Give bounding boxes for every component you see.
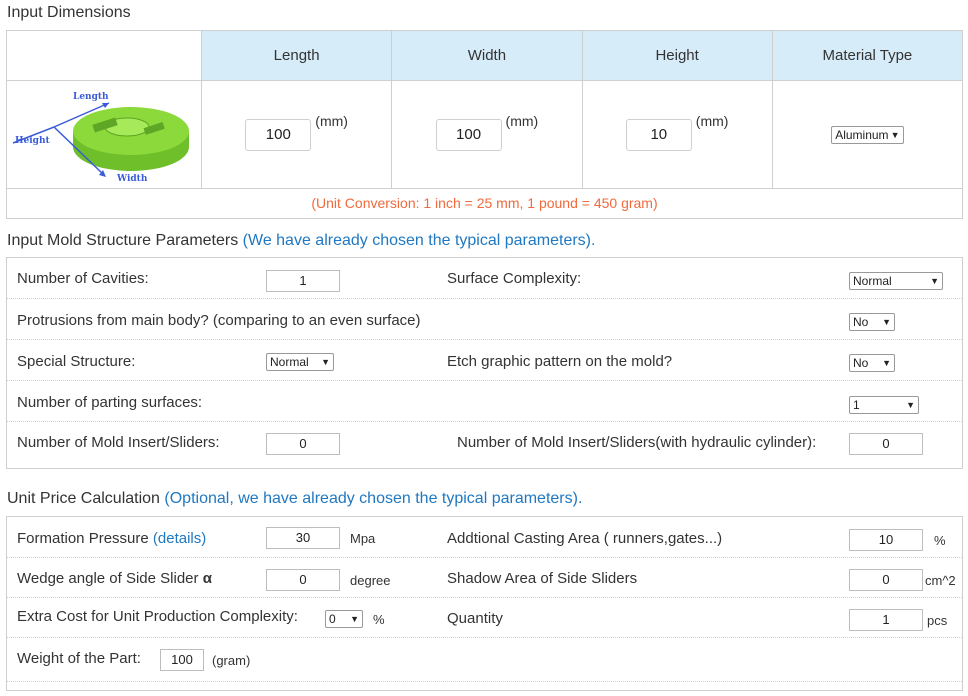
details-link[interactable]: (details) — [153, 530, 206, 547]
price-note: (Optional, we have already chosen the ty… — [164, 490, 583, 507]
parting-surfaces-select[interactable]: 1 ▼ — [849, 396, 919, 414]
casting-area-input[interactable]: 10 — [849, 529, 923, 551]
quantity-unit: pcs — [927, 613, 948, 628]
price-title: Unit Price Calculation — [7, 490, 160, 507]
protrusions-label: Protrusions from main body? (comparing t… — [17, 312, 421, 329]
width-cell: 100(mm) — [391, 80, 583, 189]
extra-cost-label: Extra Cost for Unit Production Complexit… — [17, 608, 298, 625]
unit-conversion-note: (Unit Conversion: 1 inch = 25 mm, 1 poun… — [6, 187, 963, 220]
length-axis-label: Length — [73, 92, 109, 102]
chevron-down-icon: ▼ — [882, 358, 891, 368]
special-structure-value: Normal — [270, 355, 309, 369]
mold-row-parting: Number of parting surfaces: 1 ▼ — [7, 381, 962, 422]
part-image-cell: Length Height Width — [6, 80, 202, 189]
wedge-angle-unit: degree — [350, 573, 391, 588]
quantity-label: Quantity — [447, 610, 503, 627]
cavities-label: Number of Cavities: — [17, 270, 149, 287]
height-unit: (mm) — [695, 112, 729, 129]
price-row-weight: Weight of the Part: 100 (gram) — [7, 638, 962, 682]
surface-complexity-value: Normal — [853, 274, 892, 288]
casting-area-unit: % — [934, 533, 946, 548]
etch-pattern-select[interactable]: No ▼ — [849, 354, 895, 372]
parting-surfaces-value: 1 — [853, 398, 860, 412]
dimensions-title: Input Dimensions — [7, 4, 131, 21]
width-unit: (mm) — [505, 112, 539, 129]
formation-pressure-text: Formation Pressure — [17, 530, 149, 547]
wedge-angle-label: Wedge angle of Side Slider α — [17, 570, 212, 587]
formation-pressure-input[interactable]: 30 — [266, 527, 340, 549]
special-structure-select[interactable]: Normal ▼ — [266, 353, 334, 371]
price-row-wedge: Wedge angle of Side Slider α 0 degree Sh… — [7, 558, 962, 598]
material-value: Aluminum — [835, 127, 889, 142]
price-panel: Formation Pressure (details) 30 Mpa Addt… — [6, 516, 963, 691]
chevron-down-icon: ▼ — [890, 129, 900, 140]
height-axis-label: Height — [15, 136, 50, 146]
special-structure-label: Special Structure: — [17, 353, 136, 370]
etch-pattern-value: No — [853, 356, 869, 370]
surface-complexity-select[interactable]: Normal ▼ — [849, 272, 943, 290]
chevron-down-icon: ▼ — [930, 276, 939, 286]
header-width: Width — [391, 29, 583, 82]
mold-row-cavities: Number of Cavities: 1 Surface Complexity… — [7, 258, 962, 299]
shadow-area-unit: cm^2 — [925, 573, 956, 588]
height-input[interactable]: 10 — [625, 118, 692, 151]
mold-title: Input Mold Structure Parameters — [7, 232, 239, 249]
mold-row-inserts: Number of Mold Insert/Sliders: 0 Number … — [7, 422, 962, 468]
extra-cost-unit: % — [373, 612, 385, 627]
price-row-extra: Extra Cost for Unit Production Complexit… — [7, 598, 962, 638]
mold-section-title: Input Mold Structure Parameters (We have… — [7, 232, 595, 250]
protrusions-value: No — [853, 315, 869, 329]
protrusions-select[interactable]: No ▼ — [849, 313, 895, 331]
cavities-input[interactable]: 1 — [266, 270, 340, 292]
wedge-angle-text: Wedge angle of Side Slider — [17, 570, 199, 587]
surface-complexity-label: Surface Complexity: — [447, 270, 582, 287]
length-cell: 100(mm) — [200, 80, 393, 189]
mold-insert-label: Number of Mold Insert/Sliders: — [17, 434, 220, 451]
shadow-area-input[interactable]: 0 — [849, 569, 923, 591]
dimensions-table: Length Width Height Material Type Length — [6, 29, 964, 220]
length-unit: (mm) — [315, 112, 348, 129]
chevron-down-icon: ▼ — [882, 317, 891, 327]
etch-pattern-label: Etch graphic pattern on the mold? — [447, 353, 673, 370]
quantity-input[interactable]: 1 — [849, 609, 923, 631]
material-cell: Aluminum ▼ — [771, 80, 964, 189]
part-weight-input[interactable]: 100 — [160, 649, 204, 671]
part-weight-label: Weight of the Part: — [17, 650, 141, 667]
mold-row-special: Special Structure: Normal ▼ Etch graphic … — [7, 340, 962, 381]
price-section-title: Unit Price Calculation (Optional, we hav… — [7, 490, 582, 508]
price-row-pressure: Formation Pressure (details) 30 Mpa Addt… — [7, 517, 962, 558]
mold-row-protrusions: Protrusions from main body? (comparing t… — [7, 299, 962, 340]
chevron-down-icon: ▼ — [350, 614, 359, 624]
width-input[interactable]: 100 — [435, 118, 502, 151]
header-material: Material Type — [771, 29, 964, 82]
dimensions-corner — [6, 29, 202, 82]
part-weight-unit: (gram) — [212, 653, 251, 668]
width-axis-label: Width — [116, 174, 148, 184]
length-input[interactable]: 100 — [245, 118, 312, 151]
header-length: Length — [200, 29, 393, 82]
height-cell: 10(mm) — [581, 80, 773, 189]
material-select[interactable]: Aluminum ▼ — [831, 125, 904, 144]
shadow-area-label: Shadow Area of Side Sliders — [447, 570, 638, 587]
chevron-down-icon: ▼ — [906, 400, 915, 410]
formation-pressure-unit: Mpa — [350, 531, 376, 546]
part-diagram-image: Length Height Width — [12, 92, 189, 184]
chevron-down-icon: ▼ — [321, 357, 330, 367]
extra-cost-value: 0 — [329, 612, 336, 626]
casting-area-label: Addtional Casting Area ( runners,gates..… — [447, 530, 723, 547]
extra-cost-select[interactable]: 0 ▼ — [325, 610, 363, 628]
parting-surfaces-label: Number of parting surfaces: — [17, 394, 203, 411]
mold-panel: Number of Cavities: 1 Surface Complexity… — [6, 257, 963, 469]
formation-pressure-label: Formation Pressure (details) — [17, 530, 206, 547]
mold-insert-hydraulic-input[interactable]: 0 — [849, 433, 923, 455]
alpha-symbol: α — [202, 570, 212, 587]
mold-insert-input[interactable]: 0 — [266, 433, 340, 455]
mold-note: (We have already chosen the typical para… — [242, 232, 596, 249]
wedge-angle-input[interactable]: 0 — [266, 569, 340, 591]
mold-insert-hydraulic-label: Number of Mold Insert/Sliders(with hydra… — [457, 434, 817, 451]
header-height: Height — [581, 29, 773, 82]
